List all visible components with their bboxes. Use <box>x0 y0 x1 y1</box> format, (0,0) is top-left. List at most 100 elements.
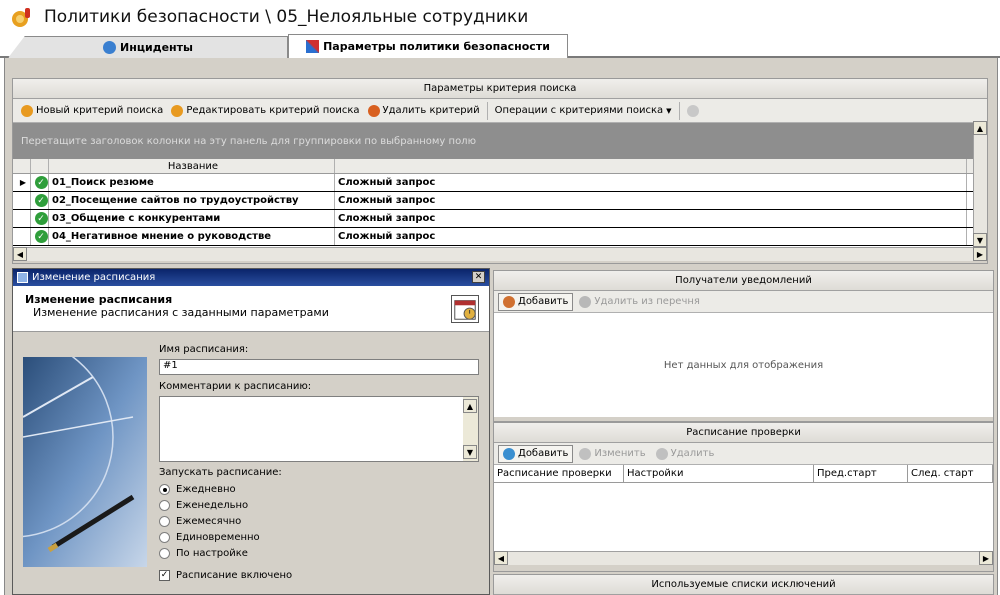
exclusions-header: Используемые списки исключений <box>494 575 993 595</box>
schedule-toolbar: Добавить Изменить Удалить <box>494 443 993 465</box>
schedule-name-field[interactable]: #1 <box>159 359 479 375</box>
radio-button[interactable] <box>159 515 170 527</box>
tab-incidents[interactable]: Инциденты <box>8 36 288 58</box>
row-name: 01_Поиск резюме <box>49 174 335 191</box>
tab-policy-params[interactable]: Параметры политики безопасности <box>288 34 568 58</box>
schedule-enabled-checkbox[interactable]: ✓ Расписание включено <box>159 567 292 583</box>
new-criterion-button[interactable]: Новый критерий поиска <box>17 101 167 121</box>
row-type: Сложный запрос <box>335 192 967 209</box>
scroll-up-icon[interactable]: ▲ <box>463 399 477 413</box>
criteria-horizontal-scrollbar[interactable]: ◀ ▶ <box>13 247 987 261</box>
radio-label: Ежедневно <box>176 483 236 495</box>
column-header-schedule[interactable]: Расписание проверки <box>494 465 624 482</box>
row-pointer-icon: ▶ <box>13 174 31 191</box>
checkbox-checked-icon[interactable]: ✓ <box>159 569 170 581</box>
group-by-hint: Перетащите заголовок колонки на эту пане… <box>21 135 476 147</box>
schedule-edit-dialog: Изменение расписания ✕ Изменение расписа… <box>12 268 490 595</box>
table-row[interactable]: ✓ 03_Общение с конкурентами Сложный запр… <box>13 210 987 228</box>
radio-button[interactable] <box>159 547 170 559</box>
schedule-columns: Расписание проверки Настройки Пред.старт… <box>494 465 993 483</box>
user-remove-icon <box>579 295 592 308</box>
run-schedule-label: Запускать расписание: <box>159 467 282 478</box>
scroll-left-icon[interactable]: ◀ <box>13 247 27 261</box>
radio-once[interactable]: Единовременно <box>159 529 260 545</box>
delete-schedule-button[interactable]: Удалить <box>652 445 719 463</box>
column-header-prev-start[interactable]: Пред.старт <box>814 465 908 482</box>
delete-criterion-icon <box>367 104 380 117</box>
column-header-next-start[interactable]: След. старт <box>908 465 993 482</box>
criteria-toolbar: Новый критерий поиска Редактировать крит… <box>13 99 987 123</box>
schedule-comment-field[interactable] <box>159 396 479 462</box>
status-cell: ✓ <box>31 174 49 191</box>
delete-criterion-button[interactable]: Удалить критерий <box>364 101 484 121</box>
database-icon <box>103 41 117 54</box>
recipients-panel: Получатели уведомлений Добавить Удалить … <box>493 270 994 422</box>
column-header-type[interactable] <box>335 159 967 173</box>
add-schedule-icon <box>503 447 515 460</box>
row-name: 02_Посещение сайтов по трудоустройству <box>49 192 335 209</box>
edit-criterion-button[interactable]: Редактировать критерий поиска <box>167 101 363 121</box>
schedule-name-label: Имя расписания: <box>159 344 249 355</box>
decorative-clock-image <box>23 357 147 567</box>
table-row[interactable]: ✓ 02_Посещение сайтов по трудоустройству… <box>13 192 987 210</box>
comment-scrollbar[interactable]: ▲ ▼ <box>463 397 478 461</box>
check-icon: ✓ <box>34 212 48 225</box>
user-add-icon <box>503 295 515 308</box>
scroll-right-icon[interactable]: ▶ <box>979 551 993 565</box>
row-indicator <box>13 228 31 245</box>
radio-label: Единовременно <box>176 531 260 543</box>
column-header-name-label: Название <box>167 160 219 172</box>
row-name: 04_Негативное мнение о руководстве <box>49 228 335 245</box>
extra-action-button[interactable] <box>683 101 703 121</box>
criteria-vertical-scrollbar[interactable]: ▲ ▼ <box>973 121 987 247</box>
column-header-name[interactable]: Название <box>49 159 335 173</box>
toolbar-separator <box>678 101 680 120</box>
close-icon[interactable]: ✕ <box>472 271 485 283</box>
add-recipient-button[interactable]: Добавить <box>498 292 574 311</box>
empty-message: Нет данных для отображения <box>663 359 824 371</box>
radio-daily[interactable]: Ежедневно <box>159 481 260 497</box>
radio-weekly[interactable]: Еженедельно <box>159 497 260 513</box>
radio-button[interactable] <box>159 499 170 511</box>
column-header-settings[interactable]: Настройки <box>624 465 814 482</box>
schedule-horizontal-scrollbar[interactable]: ◀ ▶ <box>494 551 993 565</box>
dialog-title-bar[interactable]: Изменение расписания <box>13 269 489 286</box>
dialog-subheading: Изменение расписания с заданными парамет… <box>33 306 329 319</box>
radio-label: По настройке <box>176 547 248 559</box>
radio-label: Еженедельно <box>176 499 249 511</box>
calendar-clock-icon <box>451 295 479 323</box>
radio-monthly[interactable]: Ежемесячно <box>159 513 260 529</box>
scroll-down-icon[interactable]: ▼ <box>973 233 987 247</box>
radio-button[interactable] <box>159 483 170 495</box>
grid-header: Название <box>13 159 987 174</box>
criteria-header: Параметры критерия поиска <box>13 79 987 99</box>
group-by-panel[interactable]: Перетащите заголовок колонки на эту пане… <box>13 123 987 159</box>
disabled-action-icon <box>686 104 699 117</box>
schedule-enabled-label: Расписание включено <box>176 569 293 581</box>
dialog-header: Изменение расписания Изменение расписани… <box>13 286 489 332</box>
criteria-operations-dropdown[interactable]: Операции с критериями поиска ▼ <box>491 101 676 121</box>
exclusions-panel: Используемые списки исключений <box>493 574 994 595</box>
scroll-down-icon[interactable]: ▼ <box>463 445 477 459</box>
add-schedule-button[interactable]: Добавить <box>498 444 574 463</box>
radio-button[interactable] <box>159 531 170 543</box>
scroll-left-icon[interactable]: ◀ <box>494 551 508 565</box>
scroll-right-icon[interactable]: ▶ <box>973 247 987 261</box>
status-cell: ✓ <box>31 228 49 245</box>
row-type: Сложный запрос <box>335 174 967 191</box>
radio-custom[interactable]: По настройке <box>159 545 260 561</box>
remove-recipient-button[interactable]: Удалить из перечня <box>575 293 704 311</box>
dialog-heading: Изменение расписания <box>25 293 173 306</box>
edit-schedule-button[interactable]: Изменить <box>575 445 649 463</box>
policy-icon <box>12 8 30 27</box>
criteria-grid: Название ▶ ✓ 01_Поиск резюме Сложный зап… <box>13 121 987 247</box>
add-recipient-label: Добавить <box>518 296 569 307</box>
chevron-down-icon: ▼ <box>666 106 672 115</box>
row-name: 03_Общение с конкурентами <box>49 210 335 227</box>
table-row[interactable]: ✓ 04_Негативное мнение о руководстве Сло… <box>13 228 987 246</box>
table-row[interactable]: ▶ ✓ 01_Поиск резюме Сложный запрос <box>13 174 987 192</box>
edit-criterion-icon <box>171 104 184 117</box>
delete-schedule-icon <box>655 447 668 460</box>
delete-schedule-label: Удалить <box>670 448 715 459</box>
scroll-up-icon[interactable]: ▲ <box>973 121 987 135</box>
